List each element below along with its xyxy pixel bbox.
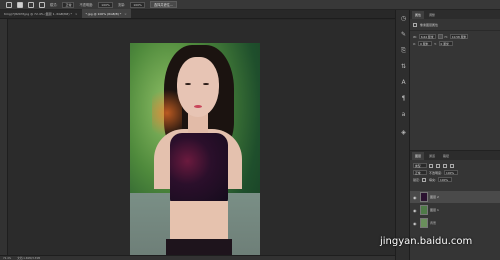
canvas-image[interactable] <box>130 43 260 255</box>
link-icon[interactable] <box>437 34 443 39</box>
character-icon[interactable]: A <box>400 80 407 86</box>
document-info: 文档:1.69M/3.39M <box>17 257 41 260</box>
layer-thumbnail <box>420 192 428 202</box>
paragraph-icon[interactable]: ¶ <box>400 96 407 102</box>
flow-label: 流量: <box>117 3 126 7</box>
layer-thumbnail <box>420 205 428 215</box>
tab-layers[interactable]: 图层 <box>412 152 425 160</box>
mode-label: 模式: <box>50 3 58 7</box>
document-tabs: timg(7)8203f.jpg @ 72.4% (图层 1, RGB/8#) … <box>0 9 395 19</box>
eye-icon[interactable]: ◉ <box>413 195 418 200</box>
opacity-field[interactable]: 100% <box>98 1 113 8</box>
photo-lips <box>194 105 202 108</box>
y-label: Y: <box>434 41 437 46</box>
layer-opacity-field[interactable]: 100% <box>444 170 459 175</box>
tab-channels[interactable]: 通道 <box>426 152 438 160</box>
layer-row[interactable]: ◉ 图层 1 <box>410 204 500 216</box>
pixel-layer-icon <box>413 23 417 27</box>
select-and-mask-button[interactable]: 选择并遮住... <box>149 1 177 8</box>
x-field[interactable]: 0 厘米 <box>418 41 433 46</box>
mode-dropdown[interactable]: 正常 <box>62 1 75 8</box>
y-field[interactable]: 0 厘米 <box>438 41 453 46</box>
document-tab-label: *.jpg @ 100% (RGB/8) * <box>85 11 122 16</box>
layer-row[interactable]: ◉ 背景 <box>410 217 500 229</box>
layer-row[interactable]: ◉ 图层 2 <box>410 191 500 203</box>
layer-kind-filter[interactable]: 类型 <box>413 163 427 168</box>
3d-icon[interactable]: ◈ <box>400 130 407 136</box>
tab-adjustments[interactable]: 调整 <box>426 11 438 19</box>
history-icon[interactable]: ◷ <box>400 16 407 22</box>
eye-icon[interactable]: ◉ <box>413 208 418 213</box>
photo-midriff <box>170 201 228 241</box>
filter-pixel-icon[interactable] <box>429 163 433 168</box>
canvas-area[interactable] <box>8 20 395 255</box>
layer-thumbnail <box>420 218 428 228</box>
fill-label: 填充: <box>429 177 437 182</box>
layer-opacity-label: 不透明度: <box>429 170 443 175</box>
layers-tabs: 图层 通道 路径 <box>410 151 500 160</box>
photo-pants <box>166 239 232 255</box>
filter-adjustment-icon[interactable] <box>436 163 440 168</box>
panel-icon-strip: ◷ ✎ ⎘ ⇅ A ¶ a ◈ <box>395 10 410 260</box>
close-icon[interactable]: × <box>124 12 127 16</box>
lock-label: 锁定: <box>413 177 421 182</box>
add-selection-icon[interactable] <box>28 1 34 8</box>
document-tab-label: timg(7)8203f.jpg @ 72.4% (图层 1, RGB/8#) … <box>4 11 73 16</box>
document-tab-1[interactable]: timg(7)8203f.jpg @ 72.4% (图层 1, RGB/8#) … <box>0 9 82 18</box>
adjust-icon[interactable]: ⇅ <box>400 64 407 70</box>
fill-field[interactable]: 100% <box>438 177 453 182</box>
width-field[interactable]: 6.64 厘米 <box>418 34 436 39</box>
clone-source-icon[interactable]: ⎘ <box>400 48 407 54</box>
height-field[interactable]: 10.58 厘米 <box>449 34 469 39</box>
lock-icon[interactable] <box>422 177 427 182</box>
photo-eye-right <box>203 83 209 85</box>
photo-starry-top <box>170 133 228 203</box>
properties-title: 像素图层属性 <box>420 23 439 27</box>
zoom-level[interactable]: 72.4% <box>3 257 11 260</box>
layer-name: 图层 1 <box>430 208 439 212</box>
document-tab-2[interactable]: *.jpg @ 100% (RGB/8) * × <box>81 9 131 18</box>
tools-panel <box>0 19 8 255</box>
status-bar: 72.4% 文档:1.69M/3.39M <box>0 255 395 260</box>
brush-settings-icon[interactable]: ✎ <box>400 32 407 38</box>
close-icon[interactable]: × <box>75 12 78 16</box>
eye-icon[interactable]: ◉ <box>413 221 418 226</box>
filter-type-icon[interactable] <box>443 163 447 168</box>
brush-tool-icon[interactable] <box>6 1 12 8</box>
layer-name: 图层 2 <box>430 195 439 199</box>
subtract-selection-icon[interactable] <box>39 1 45 8</box>
width-label: W: <box>413 34 417 39</box>
tab-paths[interactable]: 路径 <box>440 152 452 160</box>
glyphs-icon[interactable]: a <box>400 112 407 118</box>
filter-shape-icon[interactable] <box>450 163 454 168</box>
blend-mode-dropdown[interactable]: 正常 <box>413 170 427 175</box>
flow-field[interactable]: 100% <box>130 1 145 8</box>
photo-face <box>177 57 219 117</box>
new-selection-icon[interactable] <box>17 1 23 8</box>
x-label: X: <box>413 41 417 46</box>
opacity-label: 不透明度: <box>79 3 94 7</box>
tab-properties[interactable]: 属性 <box>412 11 425 19</box>
layer-name: 背景 <box>430 221 437 225</box>
watermark: jingyan.baidu.com <box>380 236 473 247</box>
photo-eye-left <box>185 83 191 85</box>
height-label: H: <box>444 34 448 39</box>
properties-tabs: 属性 调整 <box>410 10 500 19</box>
